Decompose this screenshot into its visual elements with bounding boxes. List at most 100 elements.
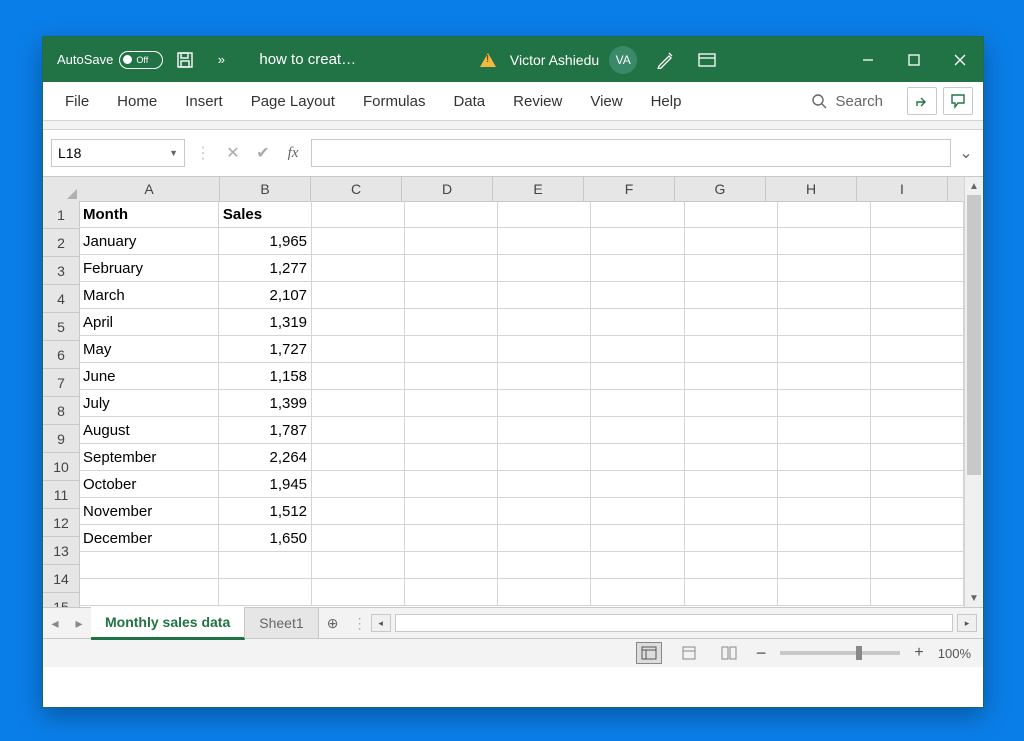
formula-input[interactable] xyxy=(311,139,951,167)
cell-B10[interactable]: 2,264 xyxy=(219,444,312,471)
cell-D14[interactable] xyxy=(405,552,498,579)
cell-C12[interactable] xyxy=(312,498,405,525)
cell-I12[interactable] xyxy=(871,498,964,525)
cell-E5[interactable] xyxy=(498,309,591,336)
cell-G12[interactable] xyxy=(685,498,778,525)
tab-help[interactable]: Help xyxy=(639,87,694,116)
cell-A7[interactable]: June xyxy=(79,363,219,390)
cell-I15[interactable] xyxy=(871,579,964,606)
vertical-scrollbar[interactable]: ▲ ▼ xyxy=(964,177,983,607)
cell-G7[interactable] xyxy=(685,363,778,390)
cell-G10[interactable] xyxy=(685,444,778,471)
autosave-toggle[interactable]: AutoSave Off xyxy=(57,51,163,69)
cell-H15[interactable] xyxy=(778,579,871,606)
cell-B14[interactable] xyxy=(219,552,312,579)
cell-I10[interactable] xyxy=(871,444,964,471)
cell-E11[interactable] xyxy=(498,471,591,498)
cell-B11[interactable]: 1,945 xyxy=(219,471,312,498)
cell-B4[interactable]: 2,107 xyxy=(219,282,312,309)
cell-B13[interactable]: 1,650 xyxy=(219,525,312,552)
cell-D13[interactable] xyxy=(405,525,498,552)
fx-icon[interactable]: fx xyxy=(281,141,305,165)
cell-E4[interactable] xyxy=(498,282,591,309)
cell-F1[interactable] xyxy=(591,201,684,228)
cell-I7[interactable] xyxy=(871,363,964,390)
col-header-B[interactable]: B xyxy=(220,177,311,201)
cell-A3[interactable]: February xyxy=(79,255,219,282)
cell-E15[interactable] xyxy=(498,579,591,606)
cell-D3[interactable] xyxy=(405,255,498,282)
cell-A11[interactable]: October xyxy=(79,471,219,498)
cell-H4[interactable] xyxy=(778,282,871,309)
row-header-5[interactable]: 5 xyxy=(43,313,79,341)
cell-B6[interactable]: 1,727 xyxy=(219,336,312,363)
cell-A6[interactable]: May xyxy=(79,336,219,363)
horizontal-scrollbar[interactable] xyxy=(395,614,953,632)
cell-I11[interactable] xyxy=(871,471,964,498)
cell-E14[interactable] xyxy=(498,552,591,579)
cell-B7[interactable]: 1,158 xyxy=(219,363,312,390)
tab-file[interactable]: File xyxy=(53,87,101,116)
cell-B12[interactable]: 1,512 xyxy=(219,498,312,525)
cell-G14[interactable] xyxy=(685,552,778,579)
share-icon[interactable] xyxy=(907,87,937,115)
cell-B5[interactable]: 1,319 xyxy=(219,309,312,336)
row-header-10[interactable]: 10 xyxy=(43,453,79,481)
cell-C9[interactable] xyxy=(312,417,405,444)
col-header-E[interactable]: E xyxy=(493,177,584,201)
close-button[interactable] xyxy=(937,37,983,82)
row-header-2[interactable]: 2 xyxy=(43,229,79,257)
cell-D10[interactable] xyxy=(405,444,498,471)
cell-F7[interactable] xyxy=(591,363,684,390)
tab-page-layout[interactable]: Page Layout xyxy=(239,87,347,116)
cell-I8[interactable] xyxy=(871,390,964,417)
more-icon[interactable]: » xyxy=(207,46,235,74)
cell-D2[interactable] xyxy=(405,228,498,255)
cell-I2[interactable] xyxy=(871,228,964,255)
name-box[interactable]: L18 ▼ xyxy=(51,139,185,167)
row-header-8[interactable]: 8 xyxy=(43,397,79,425)
cell-A4[interactable]: March xyxy=(79,282,219,309)
comments-icon[interactable] xyxy=(943,87,973,115)
cell-C7[interactable] xyxy=(312,363,405,390)
tab-data[interactable]: Data xyxy=(441,87,497,116)
hscroll-right-icon[interactable]: ▸ xyxy=(957,614,977,632)
scroll-down-icon[interactable]: ▼ xyxy=(965,589,983,607)
cell-C5[interactable] xyxy=(312,309,405,336)
cell-A8[interactable]: July xyxy=(79,390,219,417)
cell-F4[interactable] xyxy=(591,282,684,309)
cell-D6[interactable] xyxy=(405,336,498,363)
select-all-corner[interactable] xyxy=(43,177,80,202)
cell-F11[interactable] xyxy=(591,471,684,498)
cell-D11[interactable] xyxy=(405,471,498,498)
cell-F6[interactable] xyxy=(591,336,684,363)
cell-E2[interactable] xyxy=(498,228,591,255)
cell-I6[interactable] xyxy=(871,336,964,363)
row-header-13[interactable]: 13 xyxy=(43,537,79,565)
scroll-up-icon[interactable]: ▲ xyxy=(965,177,983,195)
cell-E13[interactable] xyxy=(498,525,591,552)
cancel-formula-icon[interactable]: ✕ xyxy=(221,141,245,165)
sheet-tab-sheet1[interactable]: Sheet1 xyxy=(245,608,318,638)
cell-I9[interactable] xyxy=(871,417,964,444)
cell-D15[interactable] xyxy=(405,579,498,606)
col-header-I[interactable]: I xyxy=(857,177,948,201)
cell-H12[interactable] xyxy=(778,498,871,525)
cell-B8[interactable]: 1,399 xyxy=(219,390,312,417)
cell-A10[interactable]: September xyxy=(79,444,219,471)
col-header-C[interactable]: C xyxy=(311,177,402,201)
normal-view-icon[interactable] xyxy=(636,642,662,664)
maximize-button[interactable] xyxy=(891,37,937,82)
cell-I14[interactable] xyxy=(871,552,964,579)
cell-H6[interactable] xyxy=(778,336,871,363)
cell-G11[interactable] xyxy=(685,471,778,498)
tab-view[interactable]: View xyxy=(578,87,634,116)
col-header-H[interactable]: H xyxy=(766,177,857,201)
cell-D7[interactable] xyxy=(405,363,498,390)
cell-E6[interactable] xyxy=(498,336,591,363)
cell-E10[interactable] xyxy=(498,444,591,471)
row-header-14[interactable]: 14 xyxy=(43,565,79,593)
cell-G3[interactable] xyxy=(685,255,778,282)
cell-H11[interactable] xyxy=(778,471,871,498)
cell-F15[interactable] xyxy=(591,579,684,606)
